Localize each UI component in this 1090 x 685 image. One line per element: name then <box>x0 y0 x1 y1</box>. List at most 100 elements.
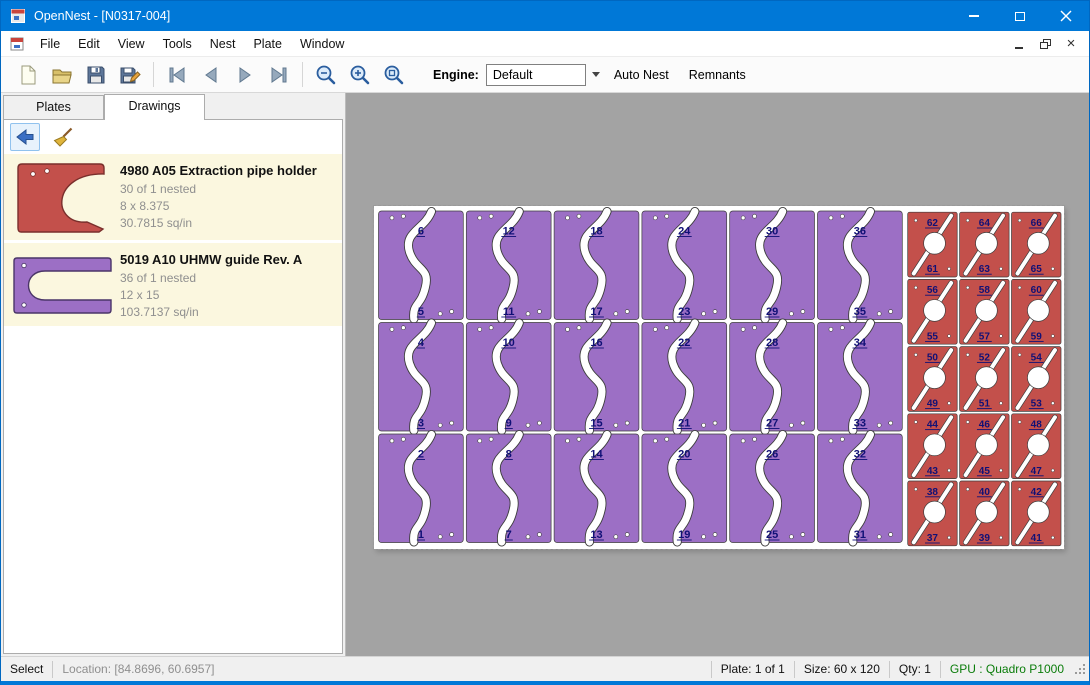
nested-pair-purple[interactable]: 1413 <box>554 434 639 543</box>
save-as-icon <box>118 63 142 87</box>
menu-items: FileEditViewToolsNestPlateWindow <box>31 32 353 56</box>
menu-plate[interactable]: Plate <box>244 32 291 56</box>
nested-pair-red[interactable]: 6463 <box>960 212 1010 277</box>
drawing-item[interactable]: 5019 A10 UHMW guide Rev. A36 of 1 nested… <box>4 243 342 326</box>
part-number: 45 <box>979 466 991 477</box>
part-number: 54 <box>1031 352 1043 363</box>
nested-pair-purple[interactable]: 2423 <box>642 211 727 320</box>
nested-pair-purple[interactable]: 1615 <box>554 323 639 432</box>
nested-pair-red[interactable]: 6665 <box>1012 212 1062 277</box>
menu-edit[interactable]: Edit <box>69 32 109 56</box>
nested-pair-red[interactable]: 5857 <box>960 279 1010 344</box>
zoom-fit-icon <box>382 63 406 87</box>
zoom-fit-button[interactable] <box>377 60 411 90</box>
part-number: 61 <box>927 264 939 275</box>
nested-pair-red[interactable]: 3837 <box>908 481 958 546</box>
zoom-in-icon <box>348 63 372 87</box>
nested-pair-red[interactable]: 4847 <box>1012 414 1062 479</box>
mdi-minimize-button[interactable] <box>1009 35 1029 53</box>
nested-pair-purple[interactable]: 3029 <box>730 211 815 320</box>
save-as-button[interactable] <box>113 60 147 90</box>
nested-pair-purple[interactable]: 3635 <box>818 211 903 320</box>
part-number: 53 <box>1031 399 1043 410</box>
close-button[interactable] <box>1043 1 1089 31</box>
part-number: 66 <box>1031 218 1043 229</box>
nested-pair-red[interactable]: 54 53 <box>1012 347 1062 412</box>
nested-pair-purple[interactable]: 1211 <box>466 211 551 320</box>
nested-pair-red[interactable]: 6261 <box>908 212 958 277</box>
first-plate-button[interactable] <box>160 60 194 90</box>
previous-icon <box>199 63 223 87</box>
nested-pair-purple[interactable]: 43 <box>379 323 464 432</box>
part-number: 57 <box>979 331 991 342</box>
part-number: 6 <box>418 226 424 238</box>
auto-nest-button[interactable]: Auto Nest <box>604 61 679 89</box>
nested-pair-purple[interactable]: 2019 <box>642 434 727 543</box>
toolbar-separator <box>302 62 303 87</box>
part-number: 34 <box>854 337 867 349</box>
nested-pair-purple[interactable]: 1817 <box>554 211 639 320</box>
status-location: Location: [84.8696, 60.6957] <box>53 662 223 676</box>
remnants-button[interactable]: Remnants <box>679 61 756 89</box>
nested-pair-red[interactable]: 5049 <box>908 347 958 412</box>
menu-file[interactable]: File <box>31 32 69 56</box>
nested-pair-red[interactable]: 5655 <box>908 279 958 344</box>
part-number: 37 <box>927 533 939 544</box>
last-plate-button[interactable] <box>262 60 296 90</box>
open-file-button[interactable] <box>45 60 79 90</box>
broom-icon <box>52 126 74 148</box>
tab-plates[interactable]: Plates <box>3 95 104 119</box>
nested-pair-purple[interactable]: 2827 <box>730 323 815 432</box>
nested-pair-purple[interactable]: 3231 <box>818 434 903 543</box>
part-number: 39 <box>979 533 991 544</box>
nested-pair-red[interactable]: 4241 <box>1012 481 1062 546</box>
minimize-button[interactable] <box>951 1 997 31</box>
clear-drawings-button[interactable] <box>48 123 78 151</box>
mdi-minimize-icon <box>1015 47 1023 49</box>
plate[interactable]: 6512111817242330293635431091615222128273… <box>374 206 1064 549</box>
nested-pair-red[interactable]: 6059 <box>1012 279 1062 344</box>
part-number: 28 <box>766 337 778 349</box>
left-panel: Plates Drawings 4980 A05 Extraction pipe… <box>1 93 346 656</box>
nested-pair-red[interactable]: 4443 <box>908 414 958 479</box>
nested-pair-red[interactable]: 4039 <box>960 481 1010 546</box>
engine-dropdown-arrow[interactable] <box>588 65 604 85</box>
menu-nest[interactable]: Nest <box>201 32 245 56</box>
maximize-button[interactable] <box>997 1 1043 31</box>
nested-pair-purple[interactable]: 87 <box>466 434 551 543</box>
part-number: 11 <box>503 306 515 318</box>
mdi-restore-button[interactable] <box>1035 35 1055 53</box>
part-number: 3 <box>418 418 424 430</box>
previous-plate-button[interactable] <box>194 60 228 90</box>
nested-pair-purple[interactable]: 2625 <box>730 434 815 543</box>
engine-select[interactable]: Default <box>486 64 586 86</box>
nested-pair-purple[interactable]: 109 <box>466 323 551 432</box>
menu-tools[interactable]: Tools <box>154 32 201 56</box>
zoom-in-button[interactable] <box>343 60 377 90</box>
zoom-out-button[interactable] <box>309 60 343 90</box>
tab-strip: Plates Drawings <box>1 93 345 119</box>
nested-pair-purple[interactable]: 3433 <box>818 323 903 432</box>
nested-pair-purple[interactable]: 21 <box>379 434 464 543</box>
mdi-close-button[interactable]: × <box>1061 35 1081 53</box>
nested-pair-red[interactable]: 5251 <box>960 347 1010 412</box>
save-button[interactable] <box>79 60 113 90</box>
menu-view[interactable]: View <box>109 32 154 56</box>
nest-canvas[interactable]: 6512111817242330293635431091615222128273… <box>346 93 1089 656</box>
main-area: Plates Drawings 4980 A05 Extraction pipe… <box>1 93 1089 656</box>
drawing-detail: 103.7137 sq/in <box>120 304 302 321</box>
minimize-icon <box>969 15 979 17</box>
import-drawing-button[interactable] <box>10 123 40 151</box>
nested-pair-purple[interactable]: 2221 <box>642 323 727 432</box>
drawing-item[interactable]: 4980 A05 Extraction pipe holder30 of 1 n… <box>4 154 342 240</box>
part-number: 13 <box>590 529 602 541</box>
menu-window[interactable]: Window <box>291 32 353 56</box>
drawing-detail: 30.7815 sq/in <box>120 215 317 232</box>
next-plate-button[interactable] <box>228 60 262 90</box>
resize-grip[interactable] <box>1073 660 1087 678</box>
new-file-button[interactable] <box>11 60 45 90</box>
drawing-detail: 8 x 8.375 <box>120 198 317 215</box>
nested-pair-red[interactable]: 4645 <box>960 414 1010 479</box>
tab-drawings[interactable]: Drawings <box>104 94 205 120</box>
nested-pair-purple[interactable]: 65 <box>379 211 464 320</box>
